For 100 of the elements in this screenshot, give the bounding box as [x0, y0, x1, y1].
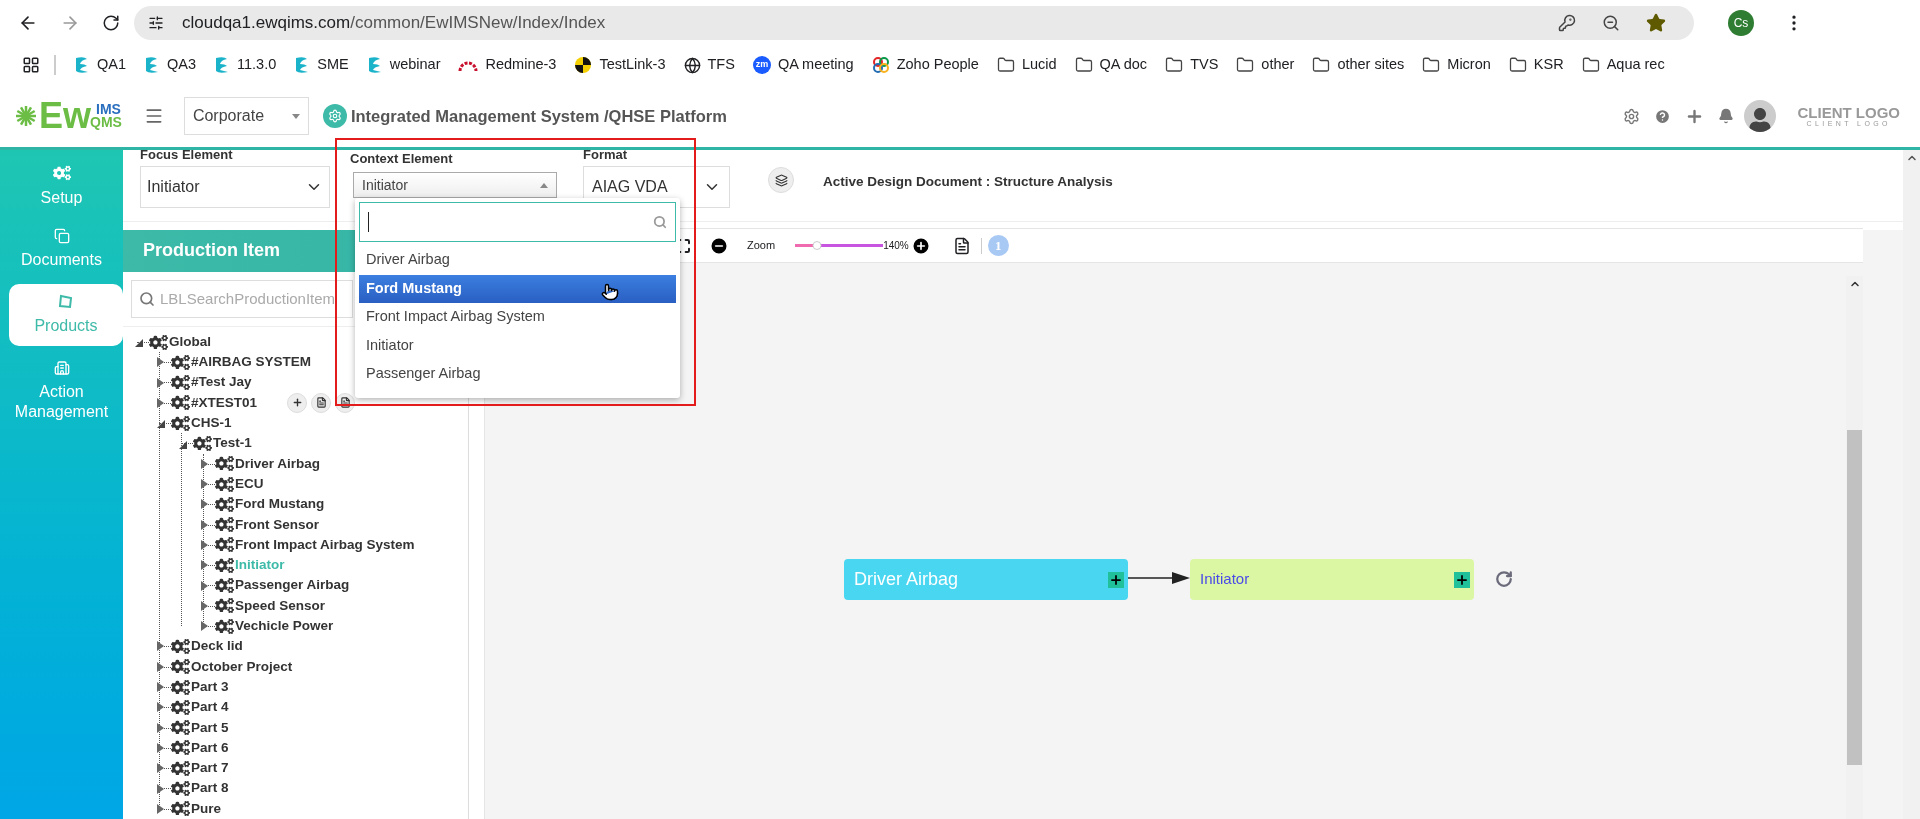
tree-item[interactable]: Global — [169, 331, 211, 353]
help-icon[interactable] — [1653, 107, 1671, 125]
expand-arrow-icon[interactable] — [157, 357, 165, 368]
tree-item[interactable]: #Test Jay — [191, 372, 252, 393]
tree-item[interactable]: Vechicle Power — [235, 616, 334, 637]
tree-item[interactable]: Speed Sensor — [235, 595, 326, 616]
expand-arrow-icon[interactable] — [157, 702, 165, 713]
settings-icon[interactable] — [1622, 107, 1640, 125]
tree-item[interactable]: Front Sensor — [235, 514, 319, 535]
tree-item[interactable]: CHS-1 — [191, 413, 232, 434]
location-select[interactable]: Corporate — [183, 97, 309, 135]
bookmark[interactable]: TFS — [683, 54, 735, 76]
tree-item[interactable]: Part 3 — [191, 676, 229, 698]
expand-arrow-icon[interactable] — [201, 499, 209, 510]
tree-item[interactable]: Ford Mustang — [235, 494, 325, 515]
zoom-slider[interactable] — [795, 240, 884, 251]
expand-arrow-icon[interactable] — [157, 803, 165, 814]
expand-arrow-icon[interactable] — [157, 742, 165, 753]
expand-arrow-icon[interactable] — [201, 479, 209, 490]
tree-item[interactable]: Front Impact Airbag System — [235, 534, 415, 556]
search-field[interactable]: LBLSearchProductionItem — [131, 279, 353, 318]
bookmark[interactable]: webinar — [366, 54, 441, 76]
tree-item[interactable]: #XTEST01 — [191, 392, 258, 414]
expand-arrow-icon[interactable] — [157, 661, 165, 672]
add-button[interactable] — [287, 392, 308, 413]
expand-arrow-icon[interactable] — [157, 722, 165, 733]
page-scrollbar[interactable] — [1903, 150, 1920, 819]
expand-node-icon[interactable] — [1454, 571, 1470, 588]
expand-arrow-icon[interactable] — [201, 540, 209, 550]
document-icon[interactable] — [952, 236, 971, 255]
tree-item[interactable]: October Project — [191, 656, 293, 677]
expand-arrow-icon[interactable] — [201, 458, 209, 469]
dropdown-option[interactable]: Front Impact Airbag System — [359, 303, 676, 332]
collapse-arrow-icon[interactable] — [157, 418, 165, 429]
import-button[interactable] — [311, 392, 332, 413]
tree-item[interactable]: Passenger Airbag — [235, 575, 350, 596]
bookmark[interactable]: 11.3.0 — [214, 54, 277, 76]
expand-arrow-icon[interactable] — [157, 682, 165, 693]
bookmark[interactable]: SME — [294, 54, 349, 76]
focus-element-select[interactable]: Initiator — [140, 166, 330, 208]
format-select[interactable]: AIAG VDA — [583, 166, 730, 208]
bookmark[interactable]: other sites — [1312, 54, 1405, 76]
tree-item[interactable]: Driver Airbag — [235, 453, 321, 474]
folder-icon — [1422, 56, 1441, 74]
zoom-out-icon[interactable] — [709, 235, 729, 256]
zoom-out-icon[interactable] — [1602, 13, 1620, 32]
profile-avatar[interactable]: Cs — [1728, 9, 1754, 36]
tree-item[interactable]: Test-1 — [213, 433, 252, 454]
tree-item[interactable]: Pure — [191, 798, 221, 819]
slider-thumb[interactable] — [812, 241, 822, 250]
bookmark[interactable]: Micron — [1422, 54, 1491, 76]
tree-item[interactable]: Part 7 — [191, 758, 229, 779]
expand-arrow-icon[interactable] — [201, 519, 209, 530]
bookmark[interactable]: Redmine-3 — [458, 54, 557, 76]
dropdown-option[interactable]: Initiator — [359, 331, 676, 360]
site-info-icon[interactable] — [148, 14, 164, 31]
tree-item[interactable]: ECU — [235, 473, 264, 495]
zoom-in-icon[interactable] — [910, 235, 931, 256]
dropdown-search-field[interactable] — [359, 202, 676, 242]
expand-arrow-icon[interactable] — [157, 397, 165, 408]
tree-item[interactable]: Part 5 — [191, 717, 229, 738]
tree-item[interactable]: Part 6 — [191, 737, 229, 759]
tree-item[interactable]: Deck lid — [191, 636, 243, 657]
layers-button[interactable] — [768, 167, 794, 193]
bookmark[interactable]: Zoho People — [871, 54, 979, 76]
expand-arrow-icon[interactable] — [201, 600, 209, 611]
user-avatar[interactable] — [1743, 100, 1776, 132]
apps-icon[interactable] — [22, 56, 40, 74]
star-icon[interactable] — [1646, 12, 1666, 33]
expand-arrow-icon[interactable] — [157, 763, 165, 774]
expand-arrow-icon[interactable] — [201, 580, 209, 591]
tree-item[interactable]: Part 4 — [191, 697, 229, 718]
expand-arrow-icon[interactable] — [157, 783, 165, 794]
bookmark[interactable]: Aqua rec — [1581, 54, 1665, 76]
bookmark[interactable]: KSR — [1508, 54, 1564, 76]
bookmark[interactable]: Lucid — [996, 54, 1057, 76]
dropdown-option[interactable]: Ford Mustang — [359, 274, 676, 303]
expand-arrow-icon[interactable] — [157, 641, 165, 652]
expand-arrow-icon[interactable] — [157, 377, 165, 388]
diagram-node[interactable]: Initiator — [1190, 559, 1474, 600]
bookmark[interactable]: QA doc — [1074, 54, 1148, 76]
bookmark[interactable]: TestLink-3 — [574, 54, 666, 76]
expand-arrow-icon[interactable] — [201, 560, 209, 571]
key-icon[interactable] — [1558, 13, 1576, 32]
bookmark[interactable]: zm QA meeting — [752, 54, 854, 76]
refresh-icon[interactable] — [1495, 570, 1513, 588]
context-element-select[interactable]: Initiator — [353, 172, 557, 198]
notification-icon[interactable] — [1717, 108, 1734, 124]
expand-node-icon[interactable] — [1108, 571, 1124, 588]
bookmark[interactable]: QA3 — [144, 54, 197, 76]
collapse-arrow-icon[interactable] — [135, 337, 143, 347]
tree-item[interactable]: #AIRBAG SYSTEM — [191, 352, 312, 373]
tree-item[interactable]: Part 8 — [191, 778, 229, 799]
bookmark[interactable]: QA1 — [74, 54, 126, 76]
dropdown-option[interactable]: Passenger Airbag — [359, 360, 676, 389]
bookmark[interactable]: other — [1236, 54, 1295, 76]
reload-icon[interactable] — [102, 13, 120, 32]
bookmark[interactable]: TVS — [1165, 54, 1219, 76]
address-bar[interactable]: cloudqa1.ewqims.com/common/EwIMSNew/Index/Index — [134, 5, 1694, 40]
expand-arrow-icon[interactable] — [201, 621, 209, 632]
